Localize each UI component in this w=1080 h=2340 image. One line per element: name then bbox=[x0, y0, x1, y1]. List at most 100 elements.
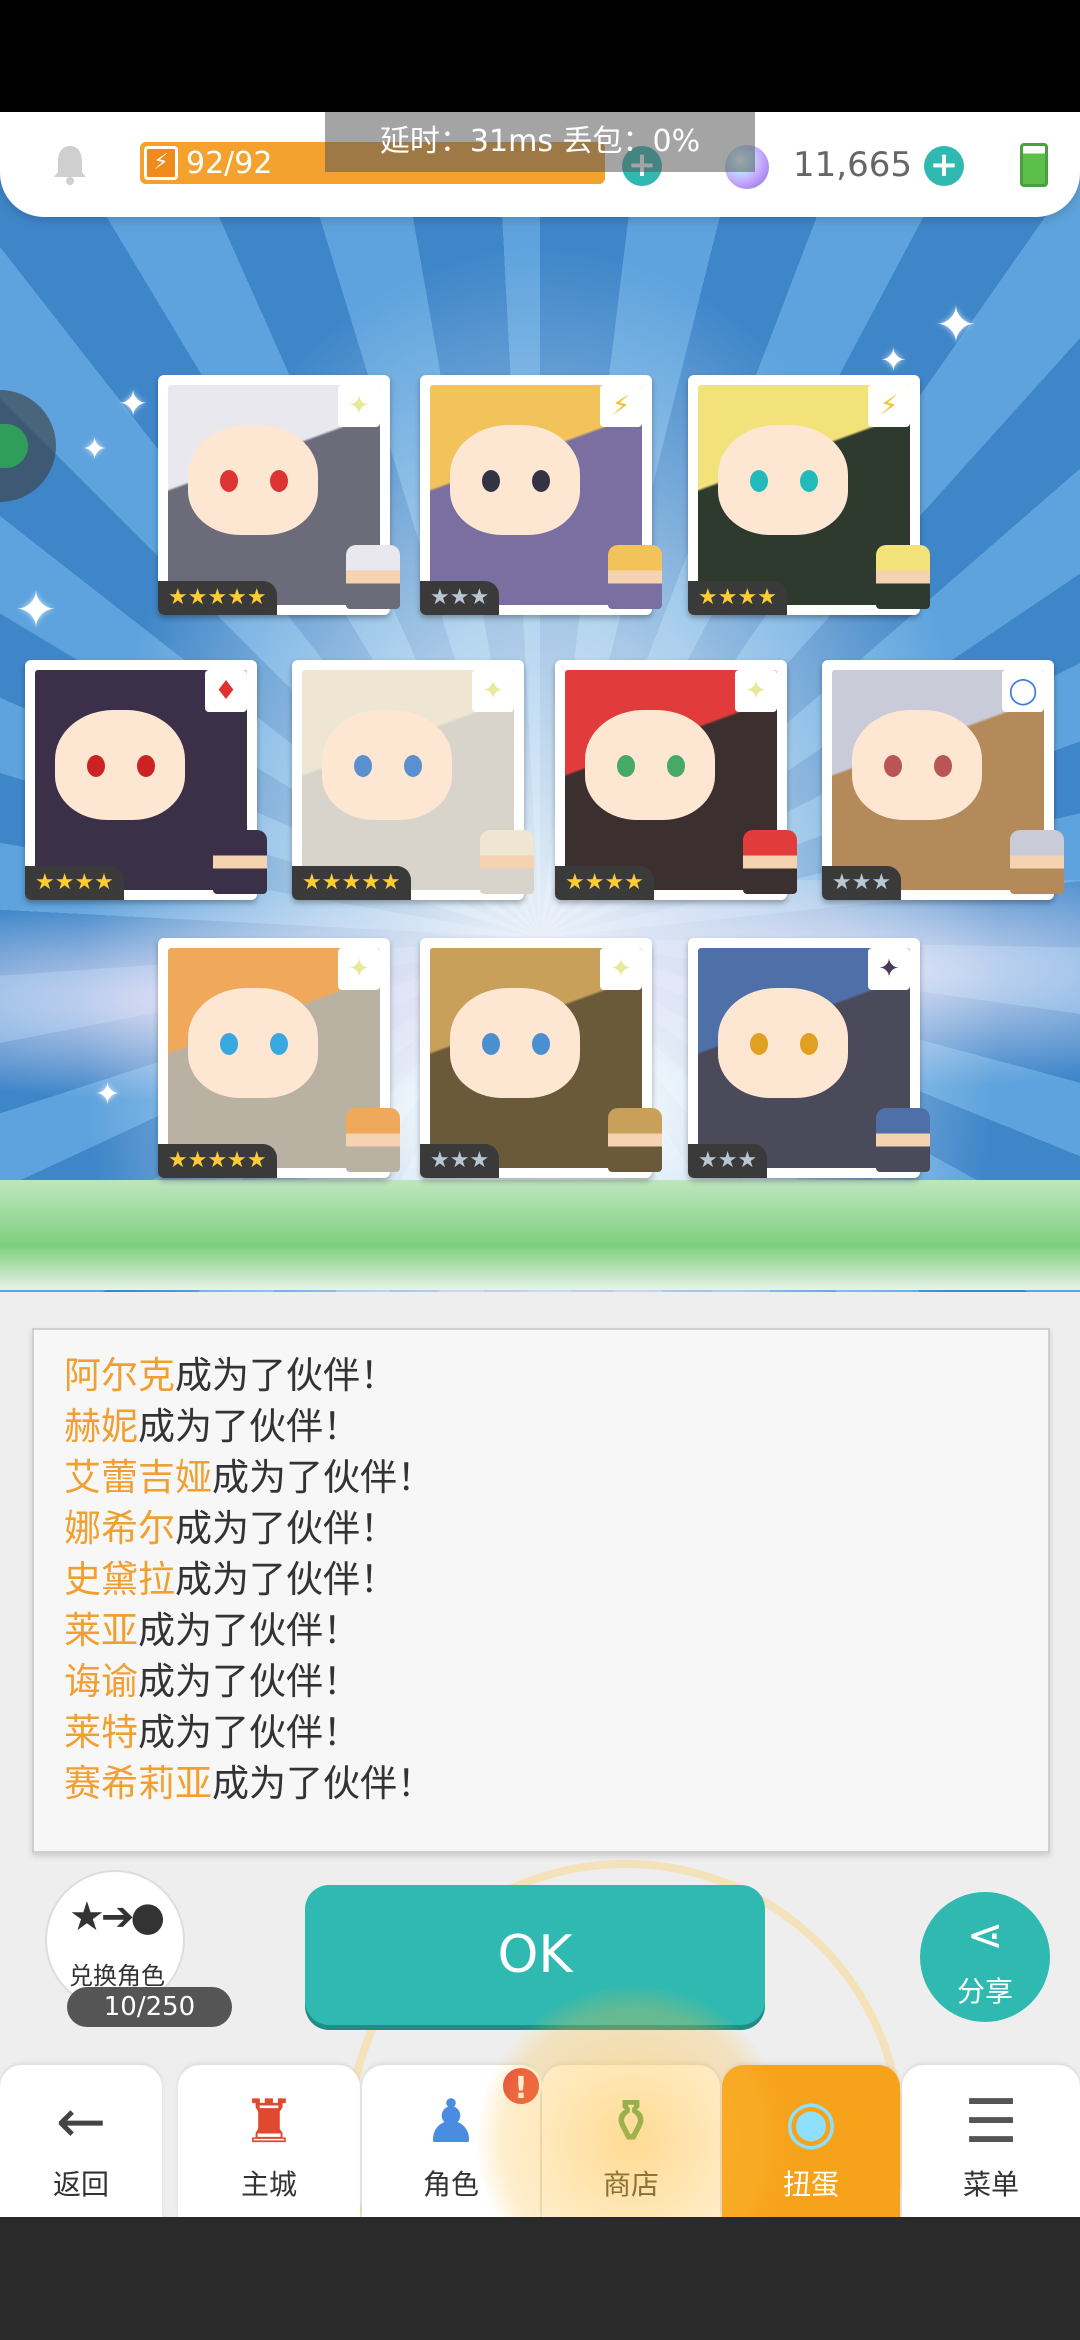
nav-back-label: 返回 bbox=[52, 2168, 109, 2201]
character-name: 阿尔克 bbox=[64, 1354, 175, 1397]
character-eye bbox=[87, 755, 105, 777]
character-face bbox=[322, 710, 452, 820]
character-eye bbox=[750, 1033, 768, 1055]
recruit-message: 成为了伙伴！ bbox=[175, 1507, 397, 1550]
menu-list-icon: ☰ bbox=[964, 2087, 1018, 2157]
character-eye bbox=[532, 1033, 550, 1055]
recruit-message: 成为了伙伴！ bbox=[138, 1609, 360, 1652]
character-name: 诲谕 bbox=[64, 1660, 138, 1703]
dark-element-icon: ✦ bbox=[868, 948, 910, 990]
character-eye bbox=[617, 755, 635, 777]
character-name: 莱特 bbox=[64, 1711, 138, 1754]
exchange-label: 兑换角色 bbox=[69, 1962, 165, 1990]
character-face bbox=[188, 988, 318, 1098]
character-name: 赛希莉亚 bbox=[64, 1762, 212, 1805]
character-name: 莱亚 bbox=[64, 1609, 138, 1652]
rarity-stars: ★★★★ bbox=[25, 866, 124, 900]
add-gem-button[interactable]: + bbox=[924, 146, 964, 186]
rarity-stars: ★★★ bbox=[420, 1144, 500, 1178]
character-name: 赫妮 bbox=[64, 1405, 138, 1448]
share-label: 分享 bbox=[956, 1975, 1013, 2008]
battery-icon bbox=[1020, 143, 1048, 187]
nav-menu[interactable]: ☰ 菜单 bbox=[902, 2065, 1080, 2217]
sparkle-icon: ✦ bbox=[15, 581, 57, 639]
nav-back[interactable]: ← 返回 bbox=[0, 2065, 162, 2217]
recruit-log-line: 阿尔克成为了伙伴！ bbox=[64, 1350, 1048, 1401]
recruit-log-list: 阿尔克成为了伙伴！ 赫妮成为了伙伴！ 艾蕾吉娅成为了伙伴！ 娜希尔成为了伙伴！ 史黛拉成… bbox=[64, 1350, 1048, 1809]
share-button[interactable]: ⋖ 分享 bbox=[920, 1892, 1050, 2022]
recruit-message: 成为了伙伴！ bbox=[212, 1762, 434, 1805]
character-face bbox=[55, 710, 185, 820]
character-face bbox=[585, 710, 715, 820]
character-face bbox=[450, 425, 580, 535]
character-face bbox=[188, 425, 318, 535]
nav-town[interactable]: ♜ 主城 bbox=[178, 2065, 360, 2217]
character-face bbox=[450, 988, 580, 1098]
pixel-sprite bbox=[743, 830, 797, 894]
game-screen: ✦ ✦ ✦ ✦ ✦ ✦ ✦ ★★★★★ ⚡ ★★★ ⚡ ★★★★ ♦ ★★★★ ✦ ★★★★★ ✦ ★… bbox=[0, 0, 1080, 2340]
pixel-sprite bbox=[876, 545, 930, 609]
recruit-log-line: 赫妮成为了伙伴！ bbox=[64, 1401, 1048, 1452]
castle-icon: ♜ bbox=[242, 2087, 296, 2157]
character-eye bbox=[354, 755, 372, 777]
fire-element-icon: ♦ bbox=[205, 670, 247, 712]
recruit-log-line: 史黛拉成为了伙伴！ bbox=[64, 1554, 1048, 1605]
pixel-sprite bbox=[346, 545, 400, 609]
sparkle-icon: ✦ bbox=[82, 432, 108, 467]
pixel-sprite bbox=[346, 1108, 400, 1172]
recruit-message: 成为了伙伴！ bbox=[138, 1405, 360, 1448]
nav-menu-label: 菜单 bbox=[962, 2168, 1019, 2201]
character-eye bbox=[800, 1033, 818, 1055]
rarity-stars: ★★★★★ bbox=[158, 1144, 277, 1178]
notification-bell-icon[interactable] bbox=[50, 142, 90, 186]
rarity-stars: ★★★ bbox=[822, 866, 902, 900]
recruit-log-line: 娜希尔成为了伙伴！ bbox=[64, 1503, 1048, 1554]
character-eye bbox=[270, 470, 288, 492]
network-latency-overlay: 延时：31ms 丢包：0% bbox=[325, 112, 755, 172]
gem-count: 11,665 bbox=[793, 145, 912, 185]
recruit-log-line: 艾蕾吉娅成为了伙伴！ bbox=[64, 1452, 1048, 1503]
character-face bbox=[718, 988, 848, 1098]
character-eye bbox=[800, 470, 818, 492]
stamina-value: 92/92 bbox=[186, 146, 273, 181]
character-eye bbox=[220, 470, 238, 492]
sparkle-icon: ✦ bbox=[118, 384, 149, 425]
sparkle-icon: ✦ bbox=[935, 296, 977, 354]
pixel-sprite bbox=[608, 1108, 662, 1172]
pixel-sprite bbox=[213, 830, 267, 894]
pixel-sprite bbox=[608, 545, 662, 609]
exchange-count-badge: 10/250 bbox=[67, 1987, 232, 2027]
recruit-log-line: 赛希莉亚成为了伙伴！ bbox=[64, 1758, 1048, 1809]
light-element-icon: ✦ bbox=[338, 948, 380, 990]
rarity-stars: ★★★★★ bbox=[158, 581, 277, 615]
light-element-icon: ✦ bbox=[472, 670, 514, 712]
character-name: 艾蕾吉娅 bbox=[64, 1456, 212, 1499]
rarity-stars: ★★★★ bbox=[555, 866, 654, 900]
system-nav-area bbox=[0, 2217, 1080, 2340]
light-element-icon: ✦ bbox=[600, 948, 642, 990]
lightning-element-icon: ⚡ bbox=[868, 385, 910, 427]
recruit-log-line: 诲谕成为了伙伴！ bbox=[64, 1656, 1048, 1707]
rarity-stars: ★★★★★ bbox=[292, 866, 411, 900]
character-eye bbox=[270, 1033, 288, 1055]
recruit-log-line: 莱亚成为了伙伴！ bbox=[64, 1605, 1048, 1656]
sparkle-icon: ✦ bbox=[95, 1077, 121, 1112]
character-eye bbox=[934, 755, 952, 777]
recruit-log-line: 莱特成为了伙伴！ bbox=[64, 1707, 1048, 1758]
character-face bbox=[852, 710, 982, 820]
character-eye bbox=[667, 755, 685, 777]
exchange-character-icon: ★➔● bbox=[69, 1894, 165, 1940]
recruit-message: 成为了伙伴！ bbox=[138, 1660, 360, 1703]
character-eye bbox=[482, 1033, 500, 1055]
status-bar-area bbox=[0, 0, 1080, 112]
character-eye bbox=[404, 755, 422, 777]
character-face bbox=[718, 425, 848, 535]
character-eye bbox=[482, 470, 500, 492]
nav-town-label: 主城 bbox=[240, 2168, 297, 2201]
character-eye bbox=[532, 470, 550, 492]
character-name: 史黛拉 bbox=[64, 1558, 175, 1601]
exchange-character-button[interactable]: ★➔● 兑换角色 10/250 bbox=[45, 1870, 232, 2027]
grass-decoration bbox=[0, 1180, 1080, 1290]
light-element-icon: ✦ bbox=[338, 385, 380, 427]
recruit-message: 成为了伙伴！ bbox=[175, 1354, 397, 1397]
